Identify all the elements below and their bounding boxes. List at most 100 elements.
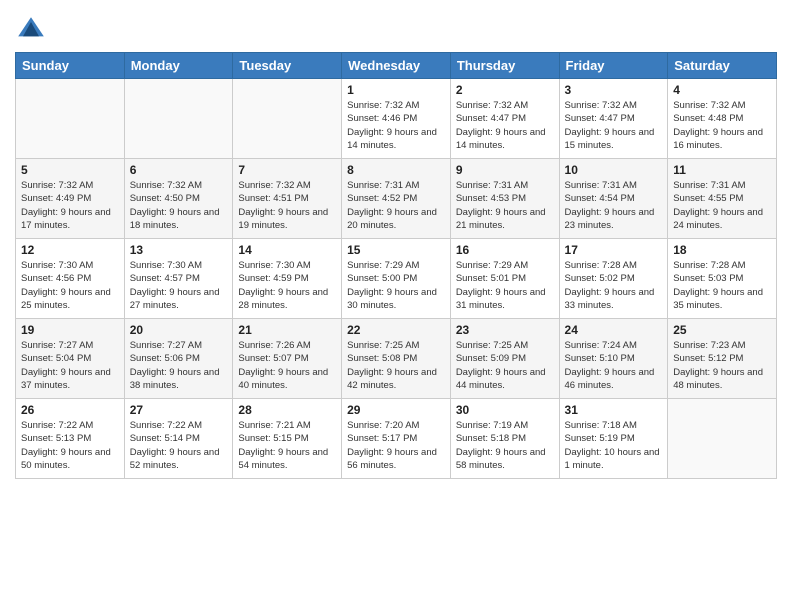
day-number: 21: [238, 323, 336, 337]
calendar-cell-3-3: 14 Sunrise: 7:30 AM Sunset: 4:59 PM Dayli…: [233, 239, 342, 319]
calendar-cell-4-1: 19 Sunrise: 7:27 AM Sunset: 5:04 PM Dayli…: [16, 319, 125, 399]
calendar-cell-3-7: 18 Sunrise: 7:28 AM Sunset: 5:03 PM Dayli…: [668, 239, 777, 319]
calendar-cell-4-7: 25 Sunrise: 7:23 AM Sunset: 5:12 PM Dayli…: [668, 319, 777, 399]
day-number: 18: [673, 243, 771, 257]
day-number: 24: [565, 323, 663, 337]
day-number: 28: [238, 403, 336, 417]
day-number: 26: [21, 403, 119, 417]
day-info: Sunrise: 7:32 AM Sunset: 4:46 PM Dayligh…: [347, 99, 445, 152]
calendar-cell-1-7: 4 Sunrise: 7:32 AM Sunset: 4:48 PM Daylig…: [668, 79, 777, 159]
calendar-cell-3-6: 17 Sunrise: 7:28 AM Sunset: 5:02 PM Dayli…: [559, 239, 668, 319]
calendar-cell-5-4: 29 Sunrise: 7:20 AM Sunset: 5:17 PM Dayli…: [342, 399, 451, 479]
day-number: 4: [673, 83, 771, 97]
day-info: Sunrise: 7:30 AM Sunset: 4:59 PM Dayligh…: [238, 259, 336, 312]
day-number: 19: [21, 323, 119, 337]
calendar-cell-4-5: 23 Sunrise: 7:25 AM Sunset: 5:09 PM Dayli…: [450, 319, 559, 399]
calendar-cell-2-1: 5 Sunrise: 7:32 AM Sunset: 4:49 PM Daylig…: [16, 159, 125, 239]
day-info: Sunrise: 7:32 AM Sunset: 4:47 PM Dayligh…: [565, 99, 663, 152]
calendar-cell-1-2: [124, 79, 233, 159]
calendar-cell-5-5: 30 Sunrise: 7:19 AM Sunset: 5:18 PM Dayli…: [450, 399, 559, 479]
day-info: Sunrise: 7:28 AM Sunset: 5:02 PM Dayligh…: [565, 259, 663, 312]
day-number: 8: [347, 163, 445, 177]
day-info: Sunrise: 7:25 AM Sunset: 5:09 PM Dayligh…: [456, 339, 554, 392]
calendar-week-4: 19 Sunrise: 7:27 AM Sunset: 5:04 PM Dayli…: [16, 319, 777, 399]
calendar-cell-1-5: 2Sunrise: 7:32 AM Sunset: 4:47 PM Daylig…: [450, 79, 559, 159]
day-info: Sunrise: 7:18 AM Sunset: 5:19 PM Dayligh…: [565, 419, 663, 472]
day-info: Sunrise: 7:32 AM Sunset: 4:49 PM Dayligh…: [21, 179, 119, 232]
calendar-cell-4-4: 22Sunrise: 7:25 AM Sunset: 5:08 PM Dayli…: [342, 319, 451, 399]
day-number: 16: [456, 243, 554, 257]
page: SundayMondayTuesdayWednesdayThursdayFrid…: [0, 0, 792, 494]
day-number: 15: [347, 243, 445, 257]
calendar-cell-3-1: 12Sunrise: 7:30 AM Sunset: 4:56 PM Dayli…: [16, 239, 125, 319]
calendar-header-monday: Monday: [124, 53, 233, 79]
day-info: Sunrise: 7:29 AM Sunset: 5:00 PM Dayligh…: [347, 259, 445, 312]
day-number: 12: [21, 243, 119, 257]
day-info: Sunrise: 7:19 AM Sunset: 5:18 PM Dayligh…: [456, 419, 554, 472]
day-info: Sunrise: 7:20 AM Sunset: 5:17 PM Dayligh…: [347, 419, 445, 472]
day-number: 25: [673, 323, 771, 337]
day-info: Sunrise: 7:23 AM Sunset: 5:12 PM Dayligh…: [673, 339, 771, 392]
day-number: 3: [565, 83, 663, 97]
day-info: Sunrise: 7:25 AM Sunset: 5:08 PM Dayligh…: [347, 339, 445, 392]
calendar-cell-3-2: 13Sunrise: 7:30 AM Sunset: 4:57 PM Dayli…: [124, 239, 233, 319]
day-number: 14: [238, 243, 336, 257]
day-info: Sunrise: 7:22 AM Sunset: 5:14 PM Dayligh…: [130, 419, 228, 472]
day-number: 7: [238, 163, 336, 177]
calendar-cell-1-4: 1Sunrise: 7:32 AM Sunset: 4:46 PM Daylig…: [342, 79, 451, 159]
calendar-cell-1-6: 3 Sunrise: 7:32 AM Sunset: 4:47 PM Daylig…: [559, 79, 668, 159]
calendar-cell-2-5: 9 Sunrise: 7:31 AM Sunset: 4:53 PM Daylig…: [450, 159, 559, 239]
day-number: 5: [21, 163, 119, 177]
day-number: 10: [565, 163, 663, 177]
day-info: Sunrise: 7:26 AM Sunset: 5:07 PM Dayligh…: [238, 339, 336, 392]
calendar-cell-2-3: 7 Sunrise: 7:32 AM Sunset: 4:51 PM Daylig…: [233, 159, 342, 239]
day-number: 29: [347, 403, 445, 417]
day-info: Sunrise: 7:32 AM Sunset: 4:50 PM Dayligh…: [130, 179, 228, 232]
calendar-header-row: SundayMondayTuesdayWednesdayThursdayFrid…: [16, 53, 777, 79]
calendar-cell-5-2: 27Sunrise: 7:22 AM Sunset: 5:14 PM Dayli…: [124, 399, 233, 479]
calendar-cell-2-4: 8 Sunrise: 7:31 AM Sunset: 4:52 PM Daylig…: [342, 159, 451, 239]
day-info: Sunrise: 7:32 AM Sunset: 4:48 PM Dayligh…: [673, 99, 771, 152]
day-number: 13: [130, 243, 228, 257]
day-info: Sunrise: 7:31 AM Sunset: 4:53 PM Dayligh…: [456, 179, 554, 232]
day-info: Sunrise: 7:21 AM Sunset: 5:15 PM Dayligh…: [238, 419, 336, 472]
calendar-week-1: 1Sunrise: 7:32 AM Sunset: 4:46 PM Daylig…: [16, 79, 777, 159]
day-info: Sunrise: 7:27 AM Sunset: 5:04 PM Dayligh…: [21, 339, 119, 392]
day-number: 11: [673, 163, 771, 177]
calendar: SundayMondayTuesdayWednesdayThursdayFrid…: [15, 52, 777, 479]
day-info: Sunrise: 7:31 AM Sunset: 4:54 PM Dayligh…: [565, 179, 663, 232]
calendar-cell-3-4: 15 Sunrise: 7:29 AM Sunset: 5:00 PM Dayli…: [342, 239, 451, 319]
day-number: 31: [565, 403, 663, 417]
header: [15, 10, 777, 46]
day-number: 6: [130, 163, 228, 177]
calendar-header-thursday: Thursday: [450, 53, 559, 79]
calendar-week-3: 12Sunrise: 7:30 AM Sunset: 4:56 PM Dayli…: [16, 239, 777, 319]
calendar-cell-2-6: 10 Sunrise: 7:31 AM Sunset: 4:54 PM Dayli…: [559, 159, 668, 239]
calendar-cell-1-3: [233, 79, 342, 159]
day-info: Sunrise: 7:32 AM Sunset: 4:47 PM Dayligh…: [456, 99, 554, 152]
day-number: 9: [456, 163, 554, 177]
day-info: Sunrise: 7:31 AM Sunset: 4:52 PM Dayligh…: [347, 179, 445, 232]
calendar-cell-5-7: [668, 399, 777, 479]
calendar-header-tuesday: Tuesday: [233, 53, 342, 79]
calendar-cell-2-7: 11 Sunrise: 7:31 AM Sunset: 4:55 PM Dayli…: [668, 159, 777, 239]
logo: [15, 14, 51, 46]
day-number: 30: [456, 403, 554, 417]
calendar-header-sunday: Sunday: [16, 53, 125, 79]
day-info: Sunrise: 7:24 AM Sunset: 5:10 PM Dayligh…: [565, 339, 663, 392]
calendar-cell-2-2: 6 Sunrise: 7:32 AM Sunset: 4:50 PM Daylig…: [124, 159, 233, 239]
calendar-cell-4-2: 20Sunrise: 7:27 AM Sunset: 5:06 PM Dayli…: [124, 319, 233, 399]
day-info: Sunrise: 7:32 AM Sunset: 4:51 PM Dayligh…: [238, 179, 336, 232]
day-info: Sunrise: 7:31 AM Sunset: 4:55 PM Dayligh…: [673, 179, 771, 232]
day-info: Sunrise: 7:28 AM Sunset: 5:03 PM Dayligh…: [673, 259, 771, 312]
day-number: 23: [456, 323, 554, 337]
calendar-cell-3-5: 16Sunrise: 7:29 AM Sunset: 5:01 PM Dayli…: [450, 239, 559, 319]
calendar-cell-5-6: 31 Sunrise: 7:18 AM Sunset: 5:19 PM Dayli…: [559, 399, 668, 479]
calendar-cell-4-6: 24 Sunrise: 7:24 AM Sunset: 5:10 PM Dayli…: [559, 319, 668, 399]
calendar-cell-4-3: 21 Sunrise: 7:26 AM Sunset: 5:07 PM Dayli…: [233, 319, 342, 399]
calendar-header-friday: Friday: [559, 53, 668, 79]
day-number: 17: [565, 243, 663, 257]
day-info: Sunrise: 7:27 AM Sunset: 5:06 PM Dayligh…: [130, 339, 228, 392]
calendar-week-2: 5 Sunrise: 7:32 AM Sunset: 4:49 PM Daylig…: [16, 159, 777, 239]
day-info: Sunrise: 7:22 AM Sunset: 5:13 PM Dayligh…: [21, 419, 119, 472]
